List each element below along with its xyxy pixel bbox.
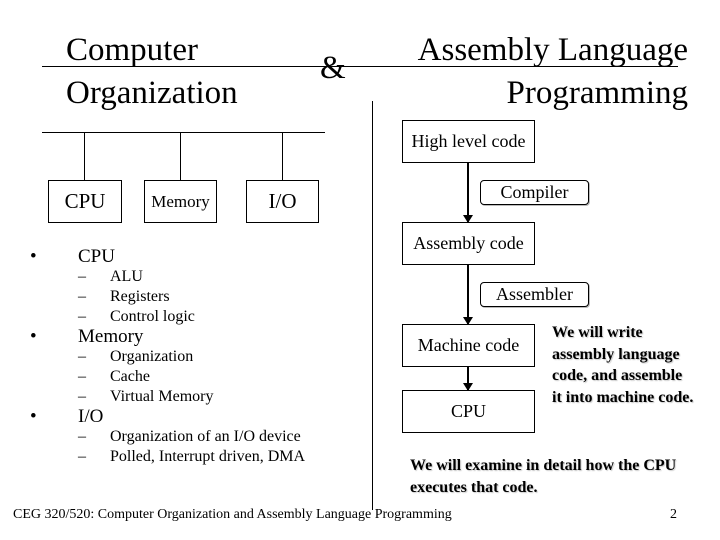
bullet-icon: • bbox=[30, 326, 37, 347]
note-line: We will examine in detail how the CPU bbox=[410, 457, 677, 474]
footer-page-number: 2 bbox=[670, 507, 677, 522]
note-line: assembly language bbox=[552, 345, 680, 363]
subtopic-label: Polled, Interrupt driven, DMA bbox=[110, 448, 306, 465]
subtopic-label: Control logic bbox=[110, 308, 195, 325]
examine-note: We will examine in detail how the CPU ex… bbox=[410, 455, 676, 498]
bullet-icon: • bbox=[30, 406, 37, 427]
dash-icon: – bbox=[78, 448, 86, 465]
arrow-down-icon bbox=[463, 265, 473, 325]
footer-course-title: CEG 320/520: Computer Organization and A… bbox=[13, 507, 452, 522]
topic-label: Memory bbox=[78, 326, 144, 347]
topic-memory: • Memory bbox=[30, 327, 305, 347]
subtopic-label: ALU bbox=[110, 268, 143, 285]
subtopic: – Polled, Interrupt driven, DMA bbox=[30, 447, 305, 467]
subtopic: – Cache bbox=[30, 367, 305, 387]
title-ampersand: & bbox=[320, 50, 346, 86]
subtopic-label: Virtual Memory bbox=[110, 388, 214, 405]
flow-tool-assembler: Assembler bbox=[480, 282, 589, 307]
flow-stage-cpu: CPU bbox=[402, 390, 535, 433]
subtopic: – Organization of an I/O device bbox=[30, 427, 305, 447]
topic-cpu: • CPU bbox=[30, 247, 305, 267]
flow-stage-assembly-code: Assembly code bbox=[402, 222, 535, 265]
io-box: I/O bbox=[246, 180, 319, 223]
dash-icon: – bbox=[78, 368, 86, 385]
title-rule bbox=[42, 66, 678, 67]
subtopic: – Control logic bbox=[30, 307, 305, 327]
subtopic-label: Registers bbox=[110, 288, 170, 305]
bus-connector-io bbox=[282, 132, 283, 180]
dash-icon: – bbox=[78, 428, 86, 445]
dash-icon: – bbox=[78, 308, 86, 325]
dash-icon: – bbox=[78, 388, 86, 405]
subtopic: – ALU bbox=[30, 267, 305, 287]
dash-icon: – bbox=[78, 268, 86, 285]
subtopic: – Virtual Memory bbox=[30, 387, 305, 407]
memory-box: Memory bbox=[144, 180, 217, 223]
flow-tool-compiler: Compiler bbox=[480, 180, 589, 205]
bullet-icon: • bbox=[30, 246, 37, 267]
note-line: it into machine code. bbox=[552, 388, 694, 406]
flow-stage-machine-code: Machine code bbox=[402, 324, 535, 367]
topic-list: • CPU – ALU – Registers – Control logic • Mem… bbox=[30, 247, 305, 467]
flow-stage-high-level-code: High level code bbox=[402, 120, 535, 163]
title-right-line1: Assembly Language bbox=[417, 32, 688, 68]
title-left-line2: Organization bbox=[66, 75, 238, 111]
dash-icon: – bbox=[78, 288, 86, 305]
subtopic: – Organization bbox=[30, 347, 305, 367]
subtopic-label: Organization of an I/O device bbox=[110, 428, 301, 445]
topic-label: I/O bbox=[78, 406, 104, 427]
arrow-down-icon bbox=[463, 367, 473, 391]
bus-connector-memory bbox=[180, 132, 181, 180]
note-line: code, and assemble bbox=[552, 367, 683, 384]
bus-connector-cpu bbox=[84, 132, 85, 180]
subtopic-label: Cache bbox=[110, 368, 150, 385]
subtopic: – Registers bbox=[30, 287, 305, 307]
topic-io: • I/O bbox=[30, 407, 305, 427]
arrow-down-icon bbox=[463, 163, 473, 223]
column-divider bbox=[372, 101, 373, 510]
write-note: We will write assembly language code, an… bbox=[552, 322, 693, 408]
note-line: executes that code. bbox=[410, 478, 538, 496]
cpu-box: CPU bbox=[48, 180, 122, 223]
dash-icon: – bbox=[78, 348, 86, 365]
title-left-line1: Computer bbox=[66, 32, 198, 68]
title-right-line2: Programming bbox=[506, 75, 688, 111]
subtopic-label: Organization bbox=[110, 348, 194, 365]
note-line: We will write bbox=[552, 324, 643, 341]
topic-label: CPU bbox=[78, 246, 115, 267]
